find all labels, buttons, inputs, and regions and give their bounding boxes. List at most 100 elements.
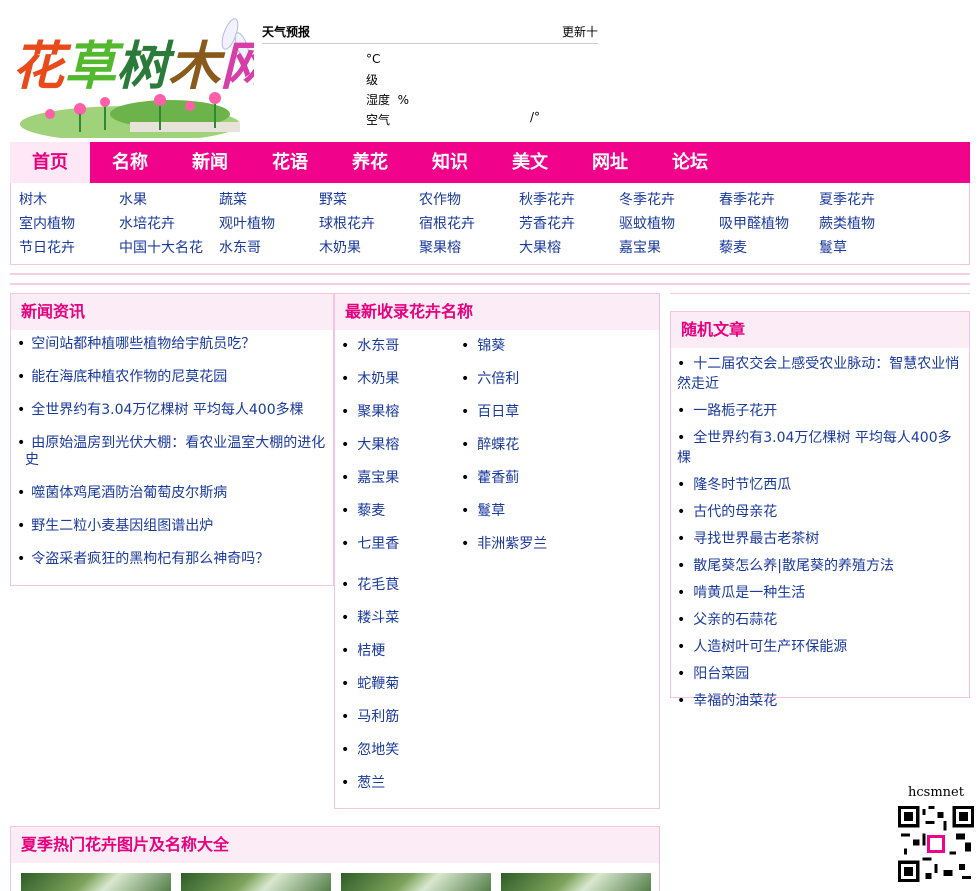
nav-item-7[interactable]: 网址 xyxy=(570,142,650,183)
random-article-link[interactable]: 全世界约有3.04万亿棵树 平均每人400多棵 xyxy=(677,428,963,468)
subcategory-link[interactable]: 春季花卉 xyxy=(719,189,819,209)
subcategory-link[interactable]: 树木 xyxy=(19,189,119,209)
subcategory-row: 节日花卉 中国十大名花 水东哥 木奶果 聚果榕 大果榕 嘉宝果 藜麦 鬘草 xyxy=(19,235,969,259)
random-article-link[interactable]: 人造树叶可生产环保能源 xyxy=(677,637,963,657)
news-item[interactable]: 由原始温房到光伏大棚：看农业温室大棚的进化史 xyxy=(17,435,327,469)
subcategory-link[interactable]: 冬季花卉 xyxy=(619,189,719,209)
subcategory-link[interactable]: 水果 xyxy=(119,189,219,209)
weather-humidity: 湿度 % xyxy=(366,91,409,108)
subcategory-link[interactable]: 大果榕 xyxy=(519,237,619,257)
random-article-link[interactable]: 隆冬时节忆西瓜 xyxy=(677,475,963,495)
weather-temp: °C xyxy=(366,52,381,66)
subcategory-link[interactable]: 水培花卉 xyxy=(119,213,219,233)
subcategory-link[interactable]: 聚果榕 xyxy=(419,237,519,257)
random-article-link[interactable]: 一路栀子花开 xyxy=(677,401,963,421)
flower-name-link[interactable]: 大果榕 xyxy=(341,429,455,462)
nav-item-3[interactable]: 花语 xyxy=(250,142,330,183)
subcategory-link[interactable]: 蕨类植物 xyxy=(819,213,919,233)
flower-thumbnail[interactable] xyxy=(341,873,491,891)
qr-label: hcsmnet xyxy=(908,785,964,800)
subcategory-link[interactable]: 吸甲醛植物 xyxy=(719,213,819,233)
weather-wind: 级 xyxy=(366,73,379,87)
flower-name-link[interactable]: 葱兰 xyxy=(341,767,535,800)
flower-name-link[interactable]: 藿香蓟 xyxy=(461,462,575,495)
flower-name-link[interactable]: 嘉宝果 xyxy=(341,462,455,495)
flower-name-link[interactable]: 花毛茛 xyxy=(341,569,535,602)
flower-name-link[interactable]: 醉蝶花 xyxy=(461,429,575,462)
news-item[interactable]: 噬菌体鸡尾酒防治葡萄皮尔斯病 xyxy=(17,485,327,502)
flower-name-link[interactable]: 聚果榕 xyxy=(341,396,455,429)
news-item[interactable]: 能在海底种植农作物的尼莫花园 xyxy=(17,369,327,386)
random-article-link[interactable]: 古代的母亲花 xyxy=(677,502,963,522)
subcategory-link[interactable]: 芳香花卉 xyxy=(519,213,619,233)
subcategory-link[interactable]: 蔬菜 xyxy=(219,189,319,209)
flower-name-link[interactable]: 藜麦 xyxy=(341,495,455,528)
random-article-link[interactable]: 幸福的油菜花 xyxy=(677,691,963,711)
flower-name-link[interactable]: 水东哥 xyxy=(341,330,455,363)
nav-item-2[interactable]: 新闻 xyxy=(170,142,250,183)
subcategory-link[interactable]: 野菜 xyxy=(319,189,419,209)
flower-thumbnail[interactable] xyxy=(21,873,171,891)
weather-title: 天气预报 xyxy=(262,25,311,39)
random-article-link[interactable]: 寻找世界最古老茶树 xyxy=(677,529,963,549)
subcategory-link[interactable]: 秋季花卉 xyxy=(519,189,619,209)
subcategory-link[interactable]: 嘉宝果 xyxy=(619,237,719,257)
subcategory-link[interactable]: 水东哥 xyxy=(219,237,319,257)
random-article-link[interactable]: 十二届农交会上感受农业脉动：智慧农业悄然走近 xyxy=(677,354,963,394)
subcategory-link[interactable]: 木奶果 xyxy=(319,237,419,257)
flower-name-link[interactable]: 非洲紫罗兰 xyxy=(461,528,575,561)
flower-thumbnail[interactable] xyxy=(181,873,331,891)
nav-item-0[interactable]: 首页 xyxy=(10,142,90,183)
weather-update[interactable]: 更新十 xyxy=(562,23,598,40)
flower-name-link[interactable]: 蛇鞭菊 xyxy=(341,668,535,701)
flower-name-link[interactable]: 锦葵 xyxy=(461,330,575,363)
nav-item-5[interactable]: 知识 xyxy=(410,142,490,183)
humidity-label: 湿度 xyxy=(366,93,391,107)
divider xyxy=(670,293,970,294)
news-item[interactable]: 令盗采者疯狂的黑枸杞有那么神奇吗？ xyxy=(17,551,327,568)
weather-air: 空气 xyxy=(366,113,391,127)
subcategory-link[interactable]: 球根花卉 xyxy=(319,213,419,233)
subcategory-link[interactable]: 鬘草 xyxy=(819,237,919,257)
subcategory-link[interactable]: 中国十大名花 xyxy=(119,237,219,257)
news-item[interactable]: 空间站都种植哪些植物给宇航员吃？ xyxy=(17,336,327,353)
site-logo[interactable]: 花草树木网 xyxy=(10,14,254,138)
subcategory-link[interactable]: 节日花卉 xyxy=(19,237,119,257)
subcategory-link[interactable]: 夏季花卉 xyxy=(819,189,919,209)
subcategory-link[interactable]: 藜麦 xyxy=(719,237,819,257)
flower-name-link[interactable]: 六倍利 xyxy=(461,363,575,396)
flower-name-link[interactable]: 七里香 xyxy=(341,528,455,561)
new-flowers-panel: 最新收录花卉名称 水东哥木奶果聚果榕大果榕嘉宝果藜麦七里香 锦葵六倍利百日草醉蝶… xyxy=(334,293,660,809)
flower-name-link[interactable]: 耧斗菜 xyxy=(341,602,535,635)
subcategory-row: 室内植物 水培花卉 观叶植物 球根花卉 宿根花卉 芳香花卉 驱蚊植物 吸甲醛植物 蕨类植物 xyxy=(19,211,969,235)
flower-name-link[interactable]: 桔梗 xyxy=(341,635,535,668)
subcategory-link[interactable]: 宿根花卉 xyxy=(419,213,519,233)
nav-item-8[interactable]: 论坛 xyxy=(650,142,730,183)
humidity-unit: % xyxy=(397,93,410,107)
logo-image: 花草树木网 xyxy=(10,14,254,138)
subcategory-link[interactable]: 驱蚊植物 xyxy=(619,213,719,233)
news-title[interactable]: 新闻资讯 xyxy=(11,294,333,330)
nav-item-6[interactable]: 美文 xyxy=(490,142,570,183)
random-title[interactable]: 随机文章 xyxy=(671,312,969,348)
random-article-link[interactable]: 啃黄瓜是一种生活 xyxy=(677,583,963,603)
random-article-link[interactable]: 父亲的石蒜花 xyxy=(677,610,963,630)
flower-name-link[interactable]: 百日草 xyxy=(461,396,575,429)
subcategory-link[interactable]: 室内植物 xyxy=(19,213,119,233)
flower-name-link[interactable]: 鬘草 xyxy=(461,495,575,528)
summer-title[interactable]: 夏季热门花卉图片及名称大全 xyxy=(11,827,659,863)
subcategory-link[interactable]: 农作物 xyxy=(419,189,519,209)
news-item[interactable]: 野生二粒小麦基因组图谱出炉 xyxy=(17,518,327,535)
flower-name-link[interactable]: 忽地笑 xyxy=(341,734,535,767)
random-article-link[interactable]: 阳台菜园 xyxy=(677,664,963,684)
news-item[interactable]: 全世界约有3.04万亿棵树 平均每人400多棵 xyxy=(17,402,327,419)
subcategory-link[interactable]: 观叶植物 xyxy=(219,213,319,233)
subcategory-grid: 树木 水果 蔬菜 野菜 农作物 秋季花卉 冬季花卉 春季花卉 夏季花卉 室内植物 水培花卉 观叶植物球… xyxy=(10,183,970,265)
new-flowers-title[interactable]: 最新收录花卉名称 xyxy=(335,294,659,330)
flower-name-link[interactable]: 木奶果 xyxy=(341,363,455,396)
flower-thumbnail[interactable] xyxy=(501,873,651,891)
random-article-link[interactable]: 散尾葵怎么养|散尾葵的养殖方法 xyxy=(677,556,963,576)
nav-item-1[interactable]: 名称 xyxy=(90,142,170,183)
nav-item-4[interactable]: 养花 xyxy=(330,142,410,183)
flower-name-link[interactable]: 马利筋 xyxy=(341,701,535,734)
